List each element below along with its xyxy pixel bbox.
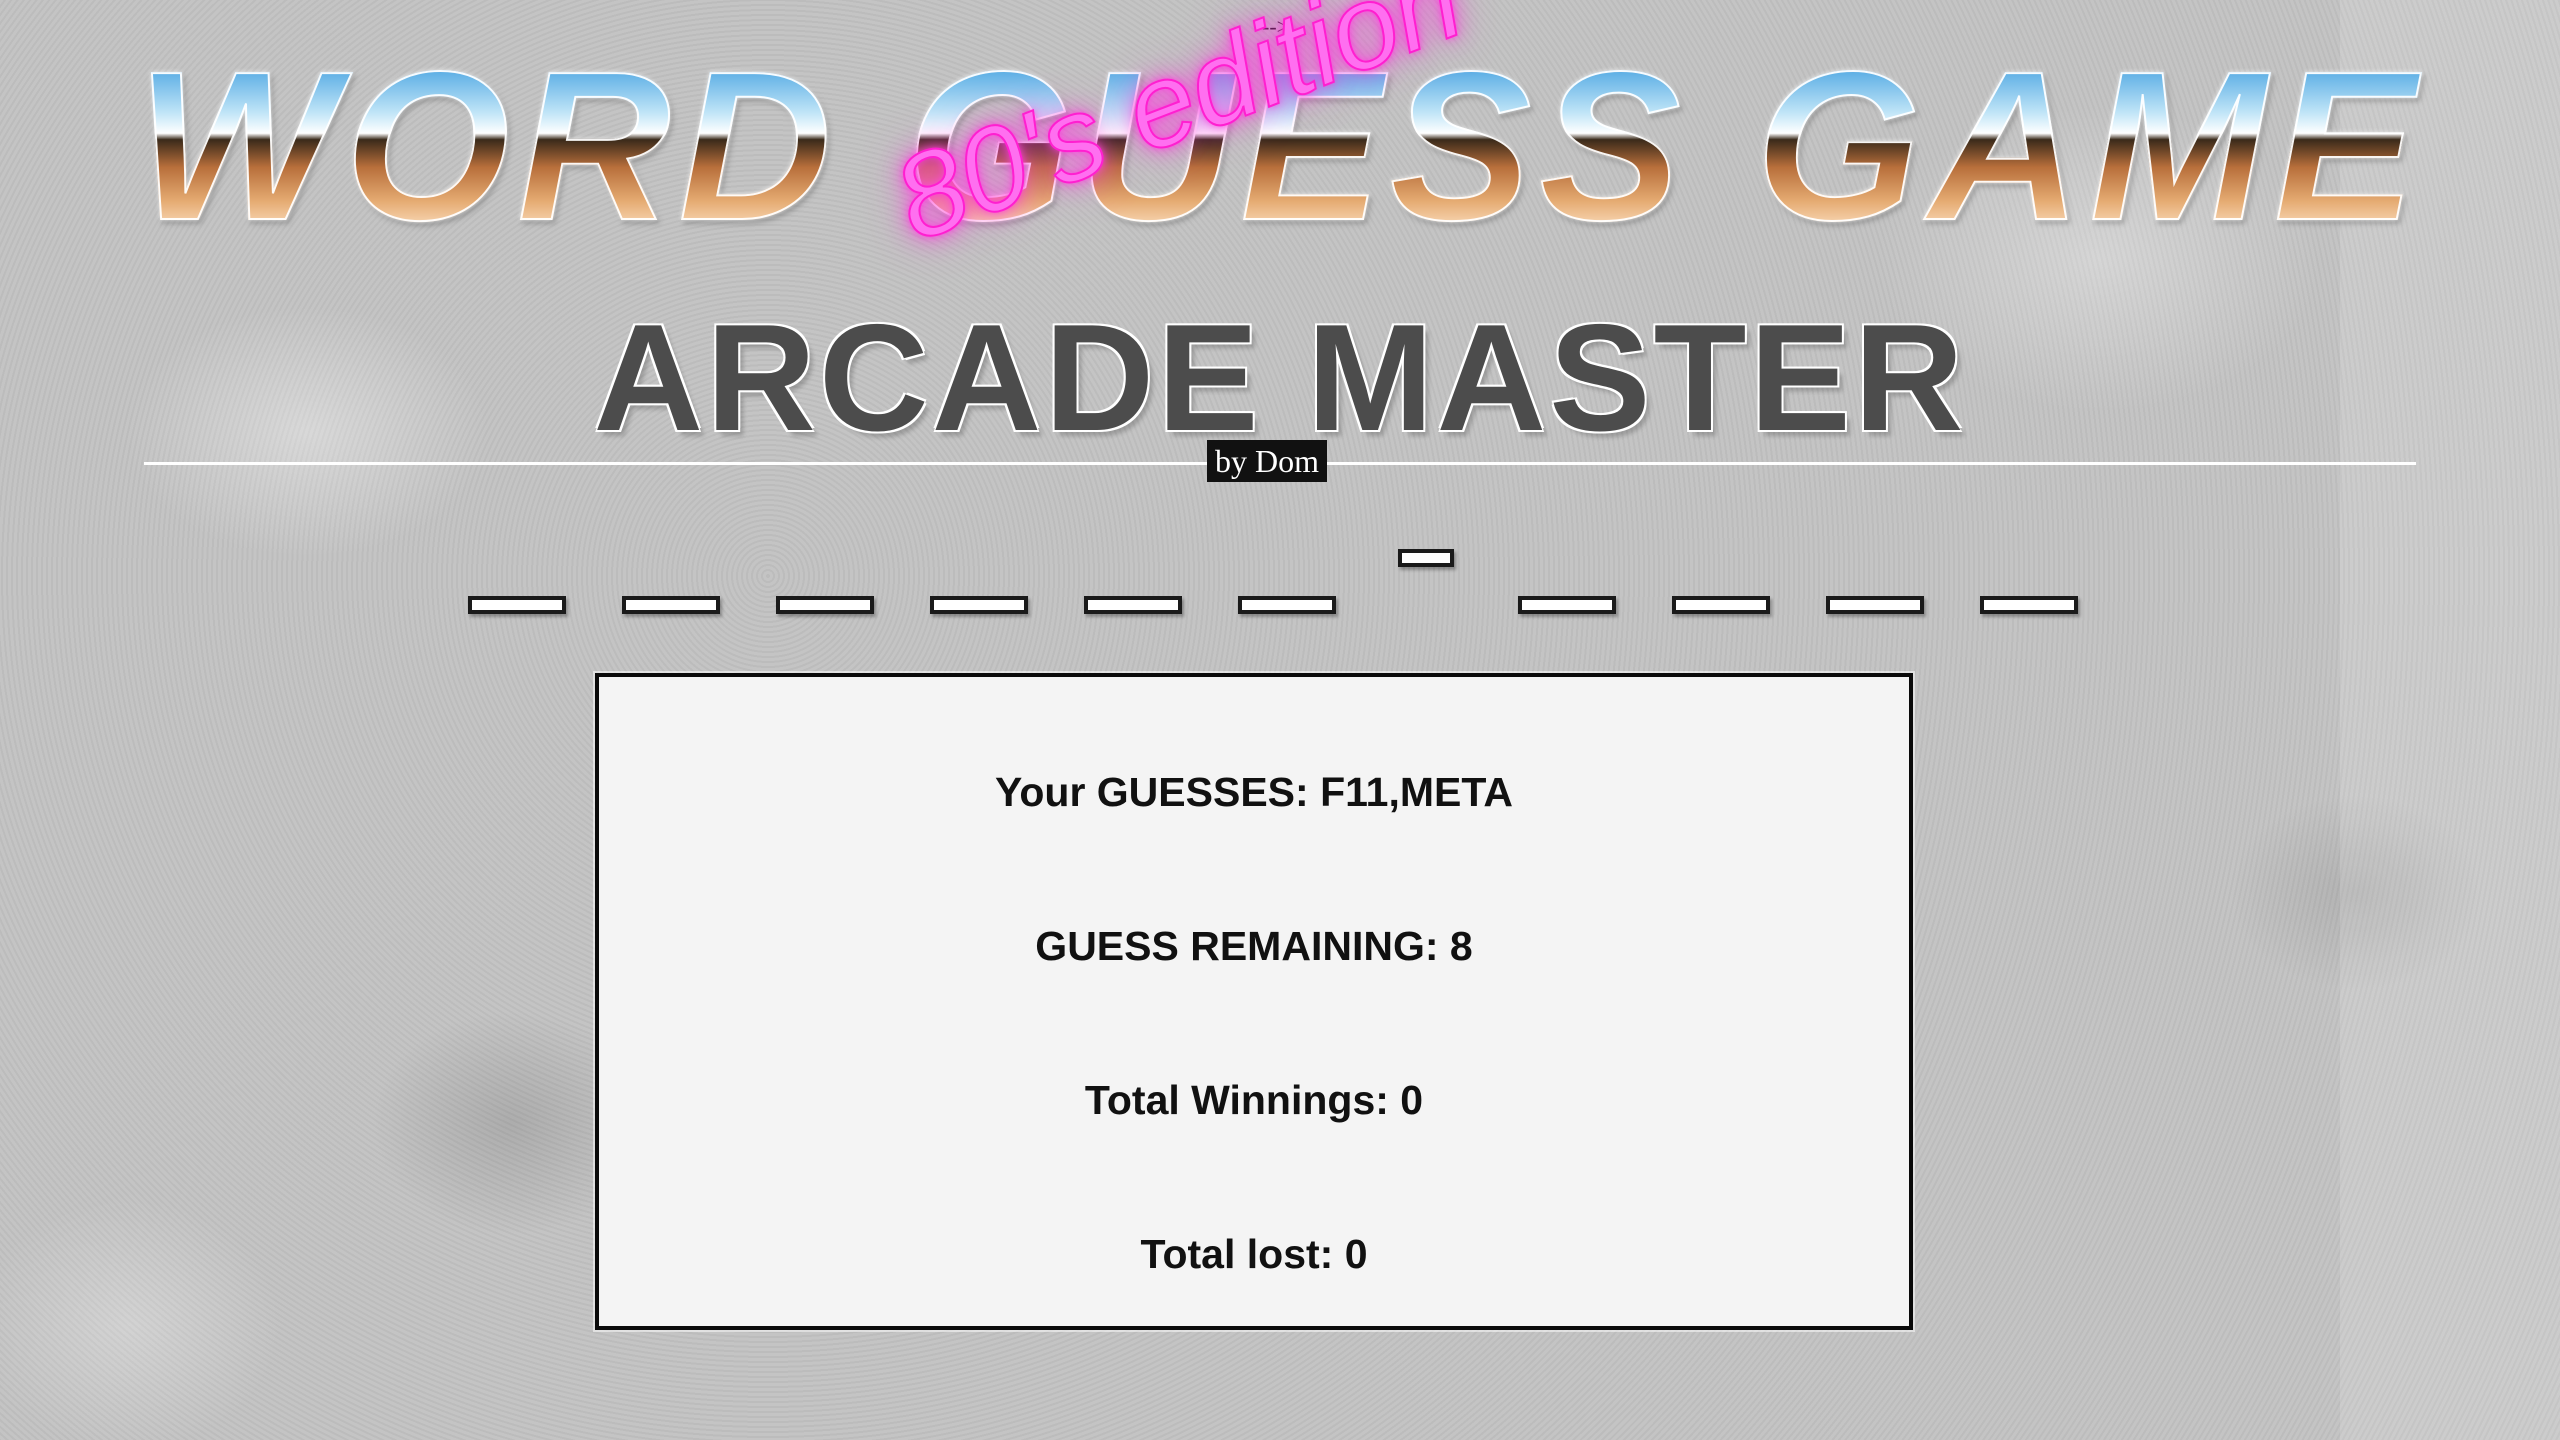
letter-slot <box>1826 596 1924 614</box>
letter-slot <box>1518 596 1616 614</box>
stats-panel: Your GUESSES: F11,META GUESS REMAINING: … <box>595 673 1913 1330</box>
total-winnings: Total Winnings: 0 <box>1084 1077 1424 1123</box>
guesses-made: Your GUESSES: F11,META <box>995 769 1513 815</box>
letter-slot <box>1398 549 1454 567</box>
letter-slot <box>622 596 720 614</box>
letter-slot <box>930 596 1028 614</box>
letter-slot <box>1672 596 1770 614</box>
letter-slot <box>468 596 566 614</box>
letter-slot <box>1980 596 2078 614</box>
letter-slot <box>776 596 874 614</box>
total-lost: Total lost: 0 <box>1140 1231 1368 1277</box>
guesses-remaining: GUESS REMAINING: 8 <box>1035 923 1473 969</box>
letter-slot <box>1084 596 1182 614</box>
letter-slot <box>1238 596 1336 614</box>
word-blanks <box>0 0 2560 700</box>
